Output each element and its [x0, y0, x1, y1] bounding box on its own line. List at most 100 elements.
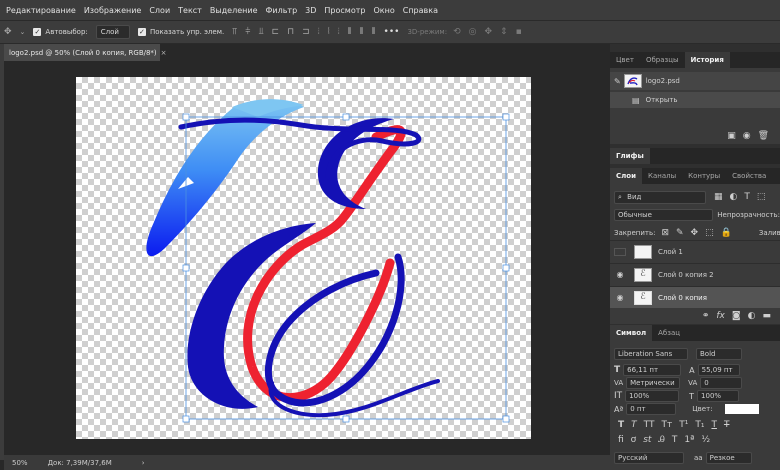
lock-artboard-icon[interactable]: ⬚ [705, 228, 714, 238]
lock-transparent-icon[interactable]: ⊠ [661, 228, 669, 238]
old-style-icon[interactable]: ơ [631, 435, 637, 445]
more-options-icon[interactable]: ••• [384, 27, 400, 37]
tab-character[interactable]: Символ [610, 325, 653, 341]
color-swatch[interactable] [724, 404, 759, 414]
lock-all-icon[interactable]: 🔒 [721, 228, 732, 238]
layer-filter-dropdown[interactable]: ⌕ Вид [614, 190, 706, 204]
distribute-left-icon[interactable]: ⦀ [348, 27, 352, 37]
small-caps-icon[interactable]: Tт [661, 420, 672, 430]
align-left-icon[interactable]: ⊏ [272, 27, 280, 37]
fx-icon[interactable]: fx [716, 311, 725, 321]
status-arrow-icon[interactable]: › [142, 459, 145, 467]
align-vcenter-icon[interactable]: ⫩ [245, 27, 250, 37]
menu-item-3d[interactable]: 3D [305, 6, 316, 15]
distribute-hcenter-icon[interactable]: ⦀ [360, 27, 364, 37]
filter-shape-icon[interactable]: ⬚ [757, 192, 766, 202]
tab-channels[interactable]: Каналы [642, 168, 682, 184]
faux-italic-icon[interactable]: T [631, 420, 637, 430]
strikethrough-icon[interactable]: T [724, 420, 730, 430]
zoom-level[interactable]: 50% [12, 459, 28, 467]
underline-icon[interactable]: T [711, 420, 717, 430]
tab-color[interactable]: Цвет [610, 52, 640, 68]
layer-row-selected[interactable]: ◉ ℰ Слой 0 копия [610, 286, 780, 308]
language-dropdown[interactable]: Русский [614, 452, 684, 464]
autoselect-toggle[interactable]: ✓ Автовыбор: [33, 28, 88, 36]
font-style-dropdown[interactable]: Bold [696, 348, 742, 360]
history-step-open[interactable]: ▤ Открыть [610, 92, 780, 108]
chevron-down-icon[interactable]: ⌄ [20, 28, 26, 36]
all-caps-icon[interactable]: TT [644, 420, 655, 430]
trash-icon[interactable]: 🗑 [758, 131, 769, 141]
move-tool-icon[interactable]: ✥ [4, 27, 12, 37]
visibility-toggle[interactable] [614, 247, 626, 256]
distribute-right-icon[interactable]: ⦀ [372, 27, 376, 37]
adjustment-icon[interactable]: ◐ [748, 311, 756, 321]
superscript-icon[interactable]: T¹ [679, 420, 688, 430]
leading-field[interactable]: 55,09 пт [697, 364, 740, 376]
document-tab[interactable]: logo2.psd @ 50% (Слой 0 копия, RGB/8*) × [4, 44, 167, 61]
tab-swatches[interactable]: Образцы [640, 52, 685, 68]
filter-pixel-icon[interactable]: ▦ [714, 192, 723, 202]
subscript-icon[interactable]: T₁ [695, 420, 704, 430]
baseline-shift-field[interactable]: 0 пт [626, 403, 677, 415]
menu-item-layers[interactable]: Слои [149, 6, 170, 15]
faux-bold-icon[interactable]: T [618, 420, 624, 430]
tab-properties[interactable]: Свойства [726, 168, 772, 184]
tab-paragraph[interactable]: Абзац [652, 325, 686, 341]
font-size-field[interactable]: 66,11 пт [623, 364, 682, 376]
menu-item-select[interactable]: Выделение [210, 6, 258, 15]
tab-history[interactable]: История [684, 52, 730, 68]
lock-image-icon[interactable]: ✎ [676, 228, 684, 238]
tab-glyphs[interactable]: Глифы [610, 148, 650, 164]
show-controls-checkbox[interactable]: ✓ [137, 28, 146, 36]
align-bottom-icon[interactable]: ⫫ [258, 27, 263, 37]
tab-paths[interactable]: Контуры [682, 168, 726, 184]
distribute-top-icon[interactable]: ⦙ [318, 27, 320, 37]
layer-row[interactable]: Слой 1 [610, 240, 780, 262]
orbit-3d-icon[interactable]: ⟲ [453, 27, 461, 37]
fractions-icon[interactable]: ½ [701, 435, 710, 445]
roll-3d-icon[interactable]: ◎ [469, 27, 477, 37]
mask-icon[interactable]: ◙ [732, 311, 741, 321]
menu-item-filter[interactable]: Фильтр [266, 6, 298, 15]
new-document-from-state-icon[interactable]: ▣ [727, 131, 736, 141]
tab-layers[interactable]: Слои [610, 168, 642, 184]
layer-row[interactable]: ◉ ℰ Слой 0 копия 2 [610, 263, 780, 285]
stylistic-alternates-icon[interactable]: Ꭿ [658, 435, 665, 445]
antialias-dropdown[interactable]: Резкое [705, 452, 752, 464]
tracking-field[interactable]: 0 [700, 377, 743, 389]
menu-item-image[interactable]: Изображение [84, 6, 142, 15]
align-right-icon[interactable]: ⊐ [302, 27, 310, 37]
group-icon[interactable]: ▬ [762, 311, 771, 321]
distribute-vcenter-icon[interactable]: ⦚ [328, 27, 330, 37]
show-controls-toggle[interactable]: ✓ Показать упр. элем. [137, 28, 224, 36]
history-snapshot[interactable]: ✎ logo2.psd [610, 72, 780, 90]
menu-item-help[interactable]: Справка [403, 6, 438, 15]
pan-3d-icon[interactable]: ✥ [484, 27, 492, 37]
autoselect-dropdown[interactable]: Слой [95, 25, 130, 39]
menu-item-type[interactable]: Текст [178, 6, 202, 15]
lock-position-icon[interactable]: ✥ [691, 228, 699, 238]
document-info[interactable]: Док: 7,39M/37,6M [48, 459, 112, 467]
menu-item-edit[interactable]: Редактирование [6, 6, 76, 15]
titling-icon[interactable]: T [672, 435, 678, 445]
eye-icon[interactable]: ◉ [614, 270, 626, 279]
menu-item-view[interactable]: Просмотр [324, 6, 365, 15]
horizontal-scale-field[interactable]: 100% [697, 390, 740, 402]
font-family-dropdown[interactable]: Liberation Sans [614, 348, 688, 360]
menu-item-window[interactable]: Окно [373, 6, 394, 15]
align-hcenter-icon[interactable]: ⊓ [287, 27, 294, 37]
kerning-field[interactable]: Метрически [626, 377, 681, 389]
scale-3d-icon[interactable]: ▪ [516, 27, 522, 37]
filter-adjustment-icon[interactable]: ◐ [730, 192, 738, 202]
swash-icon[interactable]: st [643, 435, 651, 445]
blend-mode-dropdown[interactable]: Обычные [614, 209, 714, 221]
vertical-scale-field[interactable]: 100% [625, 390, 680, 402]
ligatures-icon[interactable]: fi [618, 435, 624, 445]
slide-3d-icon[interactable]: ⇕ [500, 27, 508, 37]
ordinals-icon[interactable]: 1ª [684, 435, 694, 445]
close-icon[interactable]: × [161, 49, 167, 57]
autoselect-checkbox[interactable]: ✓ [33, 28, 42, 36]
link-icon[interactable]: ⚭ [702, 311, 710, 321]
align-top-icon[interactable]: ⫪ [232, 27, 237, 37]
